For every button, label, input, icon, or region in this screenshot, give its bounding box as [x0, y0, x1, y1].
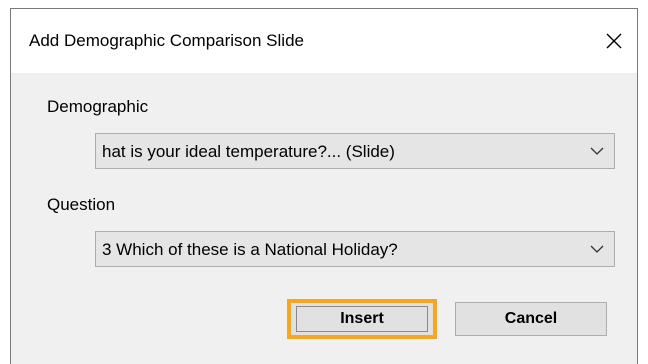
- demographic-select-value: hat is your ideal temperature?... (Slide…: [102, 142, 395, 161]
- chevron-down-icon: [590, 146, 604, 156]
- demographic-label: Demographic: [47, 97, 149, 116]
- question-label: Question: [47, 195, 116, 214]
- close-button[interactable]: [591, 9, 637, 73]
- close-icon: [606, 33, 622, 49]
- add-demographic-comparison-dialog: Add Demographic Comparison Slide Demogra…: [10, 8, 638, 364]
- demographic-select[interactable]: hat is your ideal temperature?... (Slide…: [95, 133, 615, 169]
- cancel-button-label: Cancel: [504, 310, 558, 327]
- chevron-down-icon: [590, 244, 604, 254]
- dialog-title: Add Demographic Comparison Slide: [29, 31, 304, 50]
- insert-button[interactable]: Insert: [287, 299, 437, 339]
- insert-button-label: Insert: [340, 310, 384, 327]
- question-select-value: 3 Which of these is a National Holiday?: [102, 240, 398, 259]
- dialog-titlebar: Add Demographic Comparison Slide: [11, 9, 637, 73]
- cancel-button[interactable]: Cancel: [455, 302, 607, 336]
- question-select[interactable]: 3 Which of these is a National Holiday?: [95, 231, 615, 267]
- insert-button-face: Insert: [296, 306, 428, 332]
